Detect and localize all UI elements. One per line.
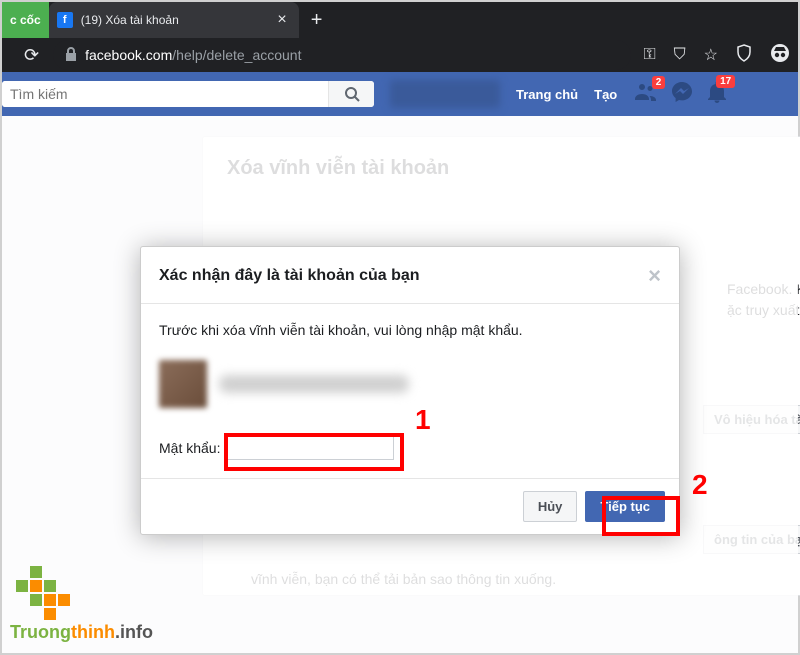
modal-description: Trước khi xóa vĩnh viễn tài khoản, vui l… (159, 322, 661, 338)
address-bar: ⟳ facebook.com/help/delete_account ⚿ ⛉ ☆ (2, 38, 798, 72)
tab-strip: c cốc f (19) Xóa tài khoản × + (2, 2, 798, 38)
modal-body: Trước khi xóa vĩnh viễn tài khoản, vui l… (141, 304, 679, 478)
profile-row (159, 360, 661, 408)
annotation-number-1: 1 (415, 404, 431, 436)
password-row: Mật khẩu: (159, 436, 661, 460)
profile-button-blurred[interactable] (390, 80, 500, 108)
search-icon (344, 86, 360, 102)
nav-create[interactable]: Tạo (594, 87, 617, 102)
continue-button[interactable]: Tiếp tục (585, 491, 665, 522)
nav-home[interactable]: Trang chủ (516, 87, 578, 102)
url-text: facebook.com/help/delete_account (85, 47, 301, 63)
watermark-text-3: .info (115, 622, 153, 642)
username-blurred (219, 375, 409, 393)
star-icon[interactable]: ☆ (704, 45, 718, 65)
browser-chrome: c cốc f (19) Xóa tài khoản × + ⟳ faceboo… (2, 2, 798, 72)
messenger-icon[interactable] (671, 81, 693, 108)
watermark: Truongthinh.info (10, 566, 153, 643)
address-bar-icons: ⚿ ⛉ ☆ (643, 43, 790, 68)
cancel-button[interactable]: Hủy (523, 491, 578, 522)
search-input[interactable] (2, 81, 328, 107)
coccoc-badge: c cốc (2, 2, 49, 38)
shield-icon[interactable] (736, 44, 752, 67)
watermark-text-1: Truong (10, 622, 71, 642)
new-tab-icon[interactable]: + (311, 9, 323, 32)
password-label: Mật khẩu: (159, 440, 220, 456)
incognito-icon[interactable] (770, 43, 790, 68)
modal-footer: Hủy Tiếp tục (141, 478, 679, 534)
lock-icon (65, 47, 77, 64)
header-icons: 2 17 (635, 81, 727, 108)
watermark-logo (16, 566, 153, 620)
reload-icon[interactable]: ⟳ (24, 45, 39, 66)
password-input[interactable] (224, 436, 394, 460)
url-box[interactable]: facebook.com/help/delete_account (53, 40, 631, 70)
friends-icon[interactable]: 2 (635, 82, 657, 107)
modal-header: Xác nhận đây là tài khoản của bạn × (141, 247, 679, 304)
facebook-header: Trang chủ Tạo 2 17 (2, 72, 798, 116)
avatar-blurred (159, 360, 207, 408)
translate-icon[interactable]: ⛉ (674, 46, 686, 64)
key-icon[interactable]: ⚿ (643, 46, 655, 64)
browser-tab-active[interactable]: f (19) Xóa tài khoản × (49, 2, 299, 38)
search-wrap (2, 81, 374, 107)
search-button[interactable] (328, 81, 374, 107)
confirm-account-modal: Xác nhận đây là tài khoản của bạn × Trướ… (140, 246, 680, 535)
watermark-text-2: thinh (71, 622, 115, 642)
modal-title: Xác nhận đây là tài khoản của bạn (159, 267, 420, 285)
tab-title: (19) Xóa tài khoản (81, 13, 179, 27)
modal-close-icon[interactable]: × (648, 263, 661, 289)
notifications-badge: 17 (716, 75, 735, 88)
friends-badge: 2 (652, 76, 666, 89)
annotation-number-2: 2 (692, 469, 708, 501)
notifications-icon[interactable]: 17 (707, 81, 727, 108)
close-tab-icon[interactable]: × (277, 11, 286, 29)
facebook-favicon: f (57, 12, 73, 28)
